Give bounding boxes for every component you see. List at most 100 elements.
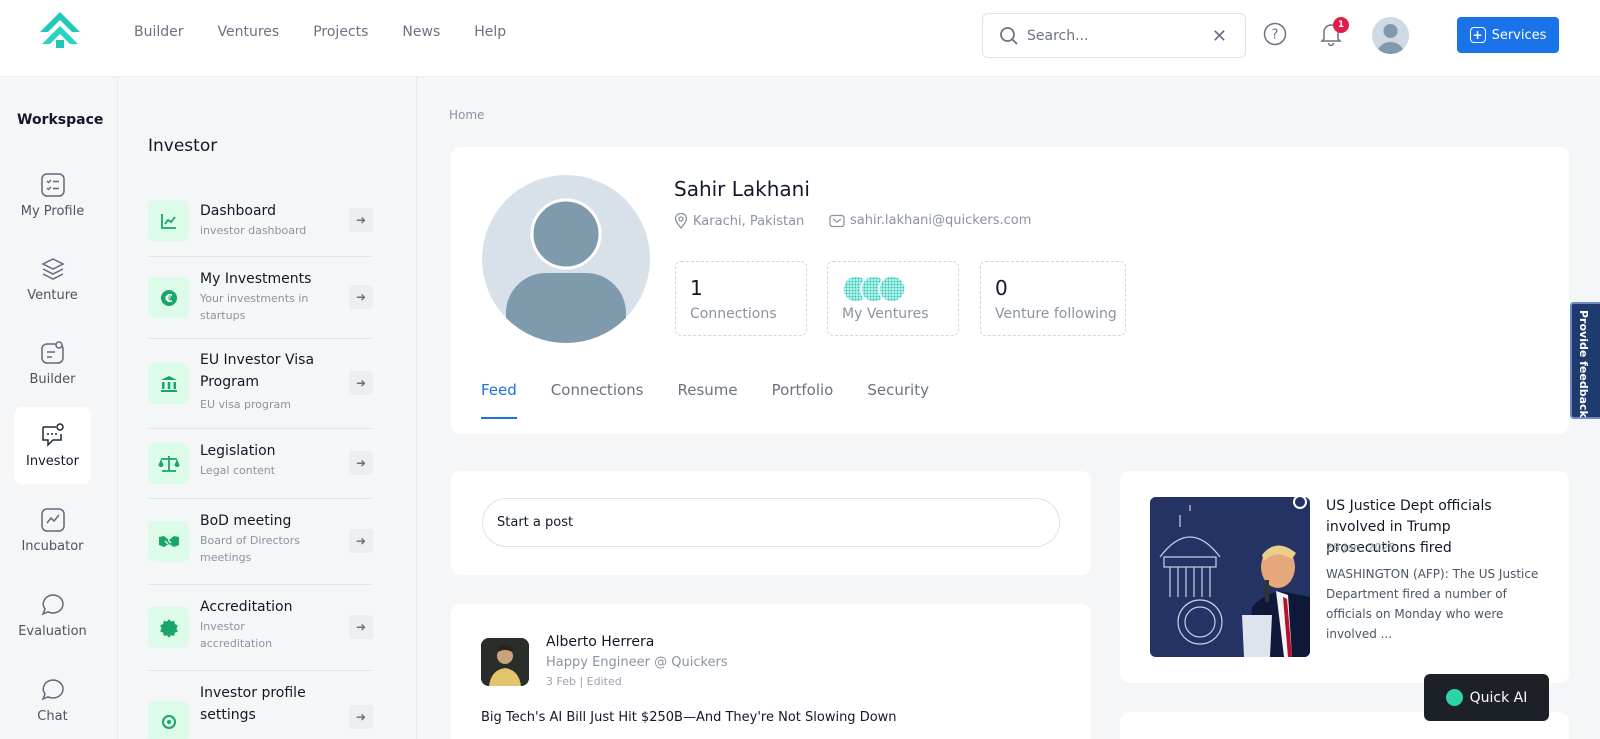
venture-following-stat[interactable]: 0 Venture following xyxy=(980,261,1126,336)
subnav-item-profile-settings[interactable]: Investor profile settings ➜ xyxy=(148,671,373,739)
workspace-rail: Workspace My Profile Venture Builder Inv… xyxy=(0,77,117,739)
search-box[interactable]: ✕ xyxy=(982,13,1246,58)
subnav-item-title: Dashboard xyxy=(200,203,276,219)
subnav-item-dashboard[interactable]: Dashboard investor dashboard ➜ xyxy=(148,197,373,257)
handshake-icon xyxy=(148,521,189,562)
post-author-role: Happy Engineer @ Quickers xyxy=(546,655,728,670)
user-avatar[interactable] xyxy=(1372,17,1409,54)
news-date: 28 Jan, 2025 xyxy=(1326,541,1396,554)
rail-item-incubator[interactable]: Incubator xyxy=(14,492,91,569)
arrow-right-icon[interactable]: ➜ xyxy=(349,208,373,232)
svg-text:?: ? xyxy=(1272,28,1279,43)
clear-search-icon[interactable]: ✕ xyxy=(1212,26,1227,47)
subnav-item-desc: Investor accreditation xyxy=(200,620,273,650)
sidebar-divider xyxy=(416,77,417,739)
euro-coin-icon: € xyxy=(148,277,189,318)
start-post-input[interactable] xyxy=(482,498,1060,547)
arrow-right-icon[interactable]: ➜ xyxy=(349,705,373,729)
create-post-card xyxy=(451,471,1091,575)
rail-item-evaluation[interactable]: Evaluation xyxy=(14,577,91,654)
subnav-item-title: Accreditation xyxy=(200,599,293,615)
services-button[interactable]: + Services xyxy=(1457,17,1559,53)
profile-card: Sahir Lakhani Karachi, Pakistan sahir.la… xyxy=(451,147,1569,434)
arrow-right-icon[interactable]: ➜ xyxy=(349,529,373,553)
feed-post: Alberto Herrera Happy Engineer @ Quicker… xyxy=(451,604,1091,739)
top-bar: Builder Ventures Projects News Help ✕ ? … xyxy=(0,0,1600,77)
bank-icon xyxy=(148,363,189,404)
connections-stat[interactable]: 1 Connections xyxy=(675,261,807,336)
following-label: Venture following xyxy=(995,306,1117,322)
tab-connections[interactable]: Connections xyxy=(551,381,644,419)
app-logo[interactable] xyxy=(36,10,84,62)
main-nav: Builder Ventures Projects News Help xyxy=(134,24,540,40)
breadcrumb[interactable]: Home xyxy=(449,108,484,122)
subnav-item-desc: investor dashboard xyxy=(200,224,307,237)
arrow-right-icon[interactable]: ➜ xyxy=(349,451,373,475)
search-input[interactable] xyxy=(1027,24,1207,48)
rail-label: Builder xyxy=(29,372,76,387)
rail-item-investor[interactable]: Investor xyxy=(14,407,91,484)
tab-resume[interactable]: Resume xyxy=(678,381,738,419)
subnav-item-legislation[interactable]: Legislation Legal content ➜ xyxy=(148,429,373,499)
search-icon xyxy=(1000,27,1018,45)
subnav-item-my-investments[interactable]: € My Investments Your investments in sta… xyxy=(148,257,373,339)
line-chart-icon xyxy=(148,200,189,241)
profile-email-text[interactable]: sahir.lakhani@quickers.com xyxy=(850,213,1031,228)
subnav-item-eu-visa[interactable]: EU Investor Visa Program EU visa program… xyxy=(148,339,373,429)
my-ventures-stat[interactable]: My Ventures xyxy=(827,261,959,336)
nav-ventures[interactable]: Ventures xyxy=(218,24,280,40)
profile-avatar xyxy=(482,175,650,343)
workspace-title: Workspace xyxy=(17,112,104,128)
quick-ai-label: Quick AI xyxy=(1469,689,1528,706)
quick-ai-button[interactable]: Quick AI xyxy=(1424,674,1549,721)
profile-name: Sahir Lakhani xyxy=(674,177,810,201)
services-label: Services xyxy=(1491,27,1547,43)
news-card[interactable]: US Justice Dept officials involved in Tr… xyxy=(1120,471,1569,683)
tab-feed[interactable]: Feed xyxy=(481,381,517,419)
rail-label: Investor xyxy=(26,454,79,469)
nav-news[interactable]: News xyxy=(402,24,440,40)
profile-location: Karachi, Pakistan xyxy=(674,213,804,229)
post-date: 3 Feb | Edited xyxy=(546,675,622,688)
quick-ai-icon xyxy=(1445,689,1463,706)
subnav-item-desc: Board of Directors meetings xyxy=(200,534,300,564)
rail-item-venture[interactable]: Venture xyxy=(14,241,91,318)
builder-icon xyxy=(40,341,64,364)
subnav-item-title: BoD meeting xyxy=(200,513,292,529)
profile-tabs: Feed Connections Resume Portfolio Securi… xyxy=(481,381,963,419)
post-author-avatar[interactable] xyxy=(481,638,529,686)
help-icon[interactable]: ? xyxy=(1263,22,1287,46)
post-text: Big Tech's AI Bill Just Hit $250B—And Th… xyxy=(481,710,897,725)
subnav-title: Investor xyxy=(148,136,218,156)
svg-text:€: € xyxy=(164,292,173,305)
subnav-item-accreditation[interactable]: Accreditation Investor accreditation ➜ xyxy=(148,585,373,671)
subnav-item-title: Investor profile settings xyxy=(200,685,306,723)
rail-item-builder[interactable]: Builder xyxy=(14,325,91,402)
news-excerpt: WASHINGTON (AFP): The US Justice Departm… xyxy=(1326,567,1539,641)
connections-label: Connections xyxy=(690,306,777,322)
feedback-label: Provide feedback xyxy=(1577,310,1590,418)
provide-feedback-tab[interactable]: Provide feedback xyxy=(1570,302,1600,419)
subnav-item-bod-meeting[interactable]: BoD meeting Board of Directors meetings … xyxy=(148,499,373,585)
tab-portfolio[interactable]: Portfolio xyxy=(772,381,834,419)
tab-security[interactable]: Security xyxy=(867,381,929,419)
nav-projects[interactable]: Projects xyxy=(313,24,368,40)
nav-builder[interactable]: Builder xyxy=(134,24,184,40)
mail-icon xyxy=(829,214,845,227)
notification-badge: 1 xyxy=(1333,17,1349,33)
plus-icon: + xyxy=(1469,27,1486,43)
subnav-item-desc: Your investments in startups xyxy=(200,292,309,322)
post-author-name[interactable]: Alberto Herrera xyxy=(546,634,654,650)
arrow-right-icon[interactable]: ➜ xyxy=(349,371,373,395)
investor-icon xyxy=(41,423,64,447)
layers-icon xyxy=(40,258,65,280)
rail-item-my-profile[interactable]: My Profile xyxy=(14,157,91,234)
rail-item-chat[interactable]: Chat xyxy=(14,662,91,739)
subnav-item-desc: Legal content xyxy=(200,464,276,477)
settings-icon xyxy=(148,701,189,739)
profile-location-text: Karachi, Pakistan xyxy=(693,213,805,229)
arrow-right-icon[interactable]: ➜ xyxy=(349,285,373,309)
arrow-right-icon[interactable]: ➜ xyxy=(349,615,373,639)
news-image[interactable] xyxy=(1150,497,1310,657)
nav-help[interactable]: Help xyxy=(474,24,506,40)
